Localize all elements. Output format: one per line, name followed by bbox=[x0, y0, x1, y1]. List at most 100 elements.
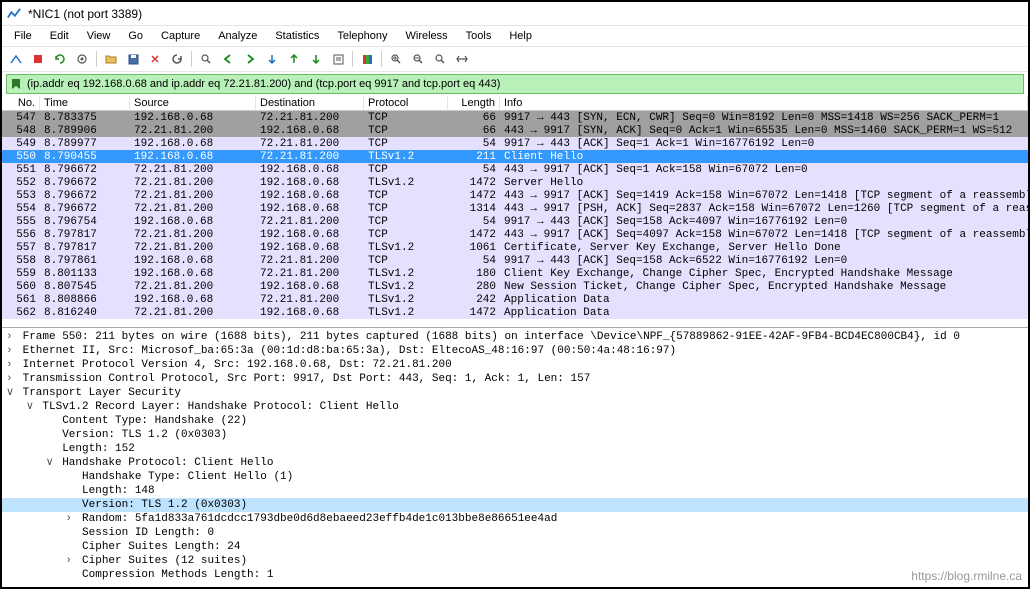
packet-row[interactable]: 5598.801133192.168.0.6872.21.81.200TLSv1… bbox=[2, 267, 1028, 280]
no-toggle bbox=[65, 470, 75, 484]
packet-row[interactable]: 5618.808866192.168.0.6872.21.81.200TLSv1… bbox=[2, 293, 1028, 306]
cell-no: 557 bbox=[2, 241, 40, 254]
col-dst[interactable]: Destination bbox=[256, 96, 364, 110]
display-filter-input[interactable] bbox=[25, 78, 1023, 90]
detail-text: Transport Layer Security bbox=[16, 387, 181, 399]
reload-icon[interactable] bbox=[167, 49, 187, 69]
detail-row[interactable]: Length: 152 bbox=[2, 442, 1028, 456]
expand-icon[interactable]: › bbox=[6, 358, 16, 372]
forward-icon[interactable] bbox=[240, 49, 260, 69]
detail-row[interactable]: Version: TLS 1.2 (0x0303) bbox=[2, 428, 1028, 442]
packet-row[interactable]: 5578.79781772.21.81.200192.168.0.68TLSv1… bbox=[2, 241, 1028, 254]
detail-row[interactable]: Content Type: Handshake (22) bbox=[2, 414, 1028, 428]
collapse-icon[interactable]: ∨ bbox=[26, 400, 36, 414]
packet-row[interactable]: 5628.81624072.21.81.200192.168.0.68TLSv1… bbox=[2, 306, 1028, 319]
detail-row[interactable]: ∨ TLSv1.2 Record Layer: Handshake Protoc… bbox=[2, 400, 1028, 414]
colorize-icon[interactable] bbox=[357, 49, 377, 69]
packet-details-pane[interactable]: › Frame 550: 211 bytes on wire (1688 bit… bbox=[2, 328, 1028, 608]
packet-list-header[interactable]: No. Time Source Destination Protocol Len… bbox=[2, 96, 1028, 111]
col-len[interactable]: Length bbox=[448, 96, 500, 110]
back-icon[interactable] bbox=[218, 49, 238, 69]
detail-row[interactable]: Session ID Length: 0 bbox=[2, 526, 1028, 540]
detail-row[interactable]: ∨ Transport Layer Security bbox=[2, 386, 1028, 400]
menu-edit[interactable]: Edit bbox=[42, 28, 77, 44]
expand-icon[interactable]: › bbox=[6, 330, 16, 344]
save-icon[interactable] bbox=[123, 49, 143, 69]
restart-capture-icon[interactable] bbox=[50, 49, 70, 69]
display-filter-bar bbox=[6, 74, 1024, 94]
cell-dst: 192.168.0.68 bbox=[256, 306, 364, 319]
col-time[interactable]: Time bbox=[40, 96, 130, 110]
packet-row[interactable]: 5548.79667272.21.81.200192.168.0.68TCP13… bbox=[2, 202, 1028, 215]
expand-icon[interactable]: › bbox=[65, 512, 75, 526]
detail-row[interactable]: Cipher Suites Length: 24 bbox=[2, 540, 1028, 554]
detail-row[interactable]: › Random: 5fa1d833a761dcdcc1793dbe0d6d8e… bbox=[2, 512, 1028, 526]
cell-proto: TCP bbox=[364, 215, 448, 228]
packet-row[interactable]: 5478.783375192.168.0.6872.21.81.200TCP66… bbox=[2, 111, 1028, 124]
cell-time: 8.789906 bbox=[40, 124, 130, 137]
packet-row[interactable]: 5608.80754572.21.81.200192.168.0.68TLSv1… bbox=[2, 280, 1028, 293]
detail-text: Compression Methods Length: 1 bbox=[75, 569, 273, 581]
menu-help[interactable]: Help bbox=[501, 28, 540, 44]
resize-columns-icon[interactable] bbox=[452, 49, 472, 69]
collapse-icon[interactable]: ∨ bbox=[6, 386, 16, 400]
cell-no: 547 bbox=[2, 111, 40, 124]
auto-scroll-icon[interactable] bbox=[328, 49, 348, 69]
menu-file[interactable]: File bbox=[6, 28, 40, 44]
menu-statistics[interactable]: Statistics bbox=[267, 28, 327, 44]
packet-row[interactable]: 5558.796754192.168.0.6872.21.81.200TCP54… bbox=[2, 215, 1028, 228]
open-icon[interactable] bbox=[101, 49, 121, 69]
jump-icon[interactable] bbox=[262, 49, 282, 69]
cell-info: 443 → 9917 [PSH, ACK] Seq=2837 Ack=158 W… bbox=[500, 202, 1028, 215]
goto-first-icon[interactable] bbox=[284, 49, 304, 69]
detail-row[interactable]: › Ethernet II, Src: Microsof_ba:65:3a (0… bbox=[2, 344, 1028, 358]
find-icon[interactable] bbox=[196, 49, 216, 69]
menu-wireless[interactable]: Wireless bbox=[398, 28, 456, 44]
menu-capture[interactable]: Capture bbox=[153, 28, 208, 44]
expand-icon[interactable]: › bbox=[65, 554, 75, 568]
packet-row[interactable]: 5528.79667272.21.81.200192.168.0.68TLSv1… bbox=[2, 176, 1028, 189]
col-src[interactable]: Source bbox=[130, 96, 256, 110]
packet-row[interactable]: 5518.79667272.21.81.200192.168.0.68TCP54… bbox=[2, 163, 1028, 176]
col-proto[interactable]: Protocol bbox=[364, 96, 448, 110]
detail-row[interactable]: ∨ Handshake Protocol: Client Hello bbox=[2, 456, 1028, 470]
detail-row[interactable]: › Frame 550: 211 bytes on wire (1688 bit… bbox=[2, 330, 1028, 344]
goto-last-icon[interactable] bbox=[306, 49, 326, 69]
detail-row[interactable]: Compression Methods Length: 1 bbox=[2, 568, 1028, 582]
cell-info: Client Hello bbox=[500, 150, 1028, 163]
menu-telephony[interactable]: Telephony bbox=[329, 28, 395, 44]
packet-row[interactable]: 5488.78990672.21.81.200192.168.0.68TCP66… bbox=[2, 124, 1028, 137]
close-icon[interactable] bbox=[145, 49, 165, 69]
filter-bookmark-icon[interactable] bbox=[7, 78, 25, 90]
packet-row[interactable]: 5508.790455192.168.0.6872.21.81.200TLSv1… bbox=[2, 150, 1028, 163]
detail-row[interactable]: Length: 148 bbox=[2, 484, 1028, 498]
menu-view[interactable]: View bbox=[79, 28, 119, 44]
packet-row[interactable]: 5498.789977192.168.0.6872.21.81.200TCP54… bbox=[2, 137, 1028, 150]
cell-no: 555 bbox=[2, 215, 40, 228]
menu-tools[interactable]: Tools bbox=[458, 28, 500, 44]
detail-row[interactable]: Handshake Type: Client Hello (1) bbox=[2, 470, 1028, 484]
menu-analyze[interactable]: Analyze bbox=[210, 28, 265, 44]
expand-icon[interactable]: › bbox=[6, 344, 16, 358]
cell-len: 1472 bbox=[448, 176, 500, 189]
start-capture-icon[interactable] bbox=[6, 49, 26, 69]
expand-icon[interactable]: › bbox=[6, 372, 16, 386]
detail-row[interactable]: › Cipher Suites (12 suites) bbox=[2, 554, 1028, 568]
no-toggle bbox=[65, 526, 75, 540]
packet-row[interactable]: 5538.79667272.21.81.200192.168.0.68TCP14… bbox=[2, 189, 1028, 202]
stop-capture-icon[interactable] bbox=[28, 49, 48, 69]
capture-options-icon[interactable] bbox=[72, 49, 92, 69]
packet-row[interactable]: 5568.79781772.21.81.200192.168.0.68TCP14… bbox=[2, 228, 1028, 241]
col-no[interactable]: No. bbox=[2, 96, 40, 110]
packet-row[interactable]: 5588.797861192.168.0.6872.21.81.200TCP54… bbox=[2, 254, 1028, 267]
detail-row[interactable]: › Transmission Control Protocol, Src Por… bbox=[2, 372, 1028, 386]
zoom-out-icon[interactable] bbox=[408, 49, 428, 69]
detail-row[interactable]: › Internet Protocol Version 4, Src: 192.… bbox=[2, 358, 1028, 372]
col-info[interactable]: Info bbox=[500, 96, 1028, 110]
no-toggle bbox=[65, 498, 75, 512]
menu-go[interactable]: Go bbox=[120, 28, 151, 44]
zoom-reset-icon[interactable] bbox=[430, 49, 450, 69]
detail-row[interactable]: Version: TLS 1.2 (0x0303) bbox=[2, 498, 1028, 512]
collapse-icon[interactable]: ∨ bbox=[46, 456, 56, 470]
zoom-in-icon[interactable] bbox=[386, 49, 406, 69]
